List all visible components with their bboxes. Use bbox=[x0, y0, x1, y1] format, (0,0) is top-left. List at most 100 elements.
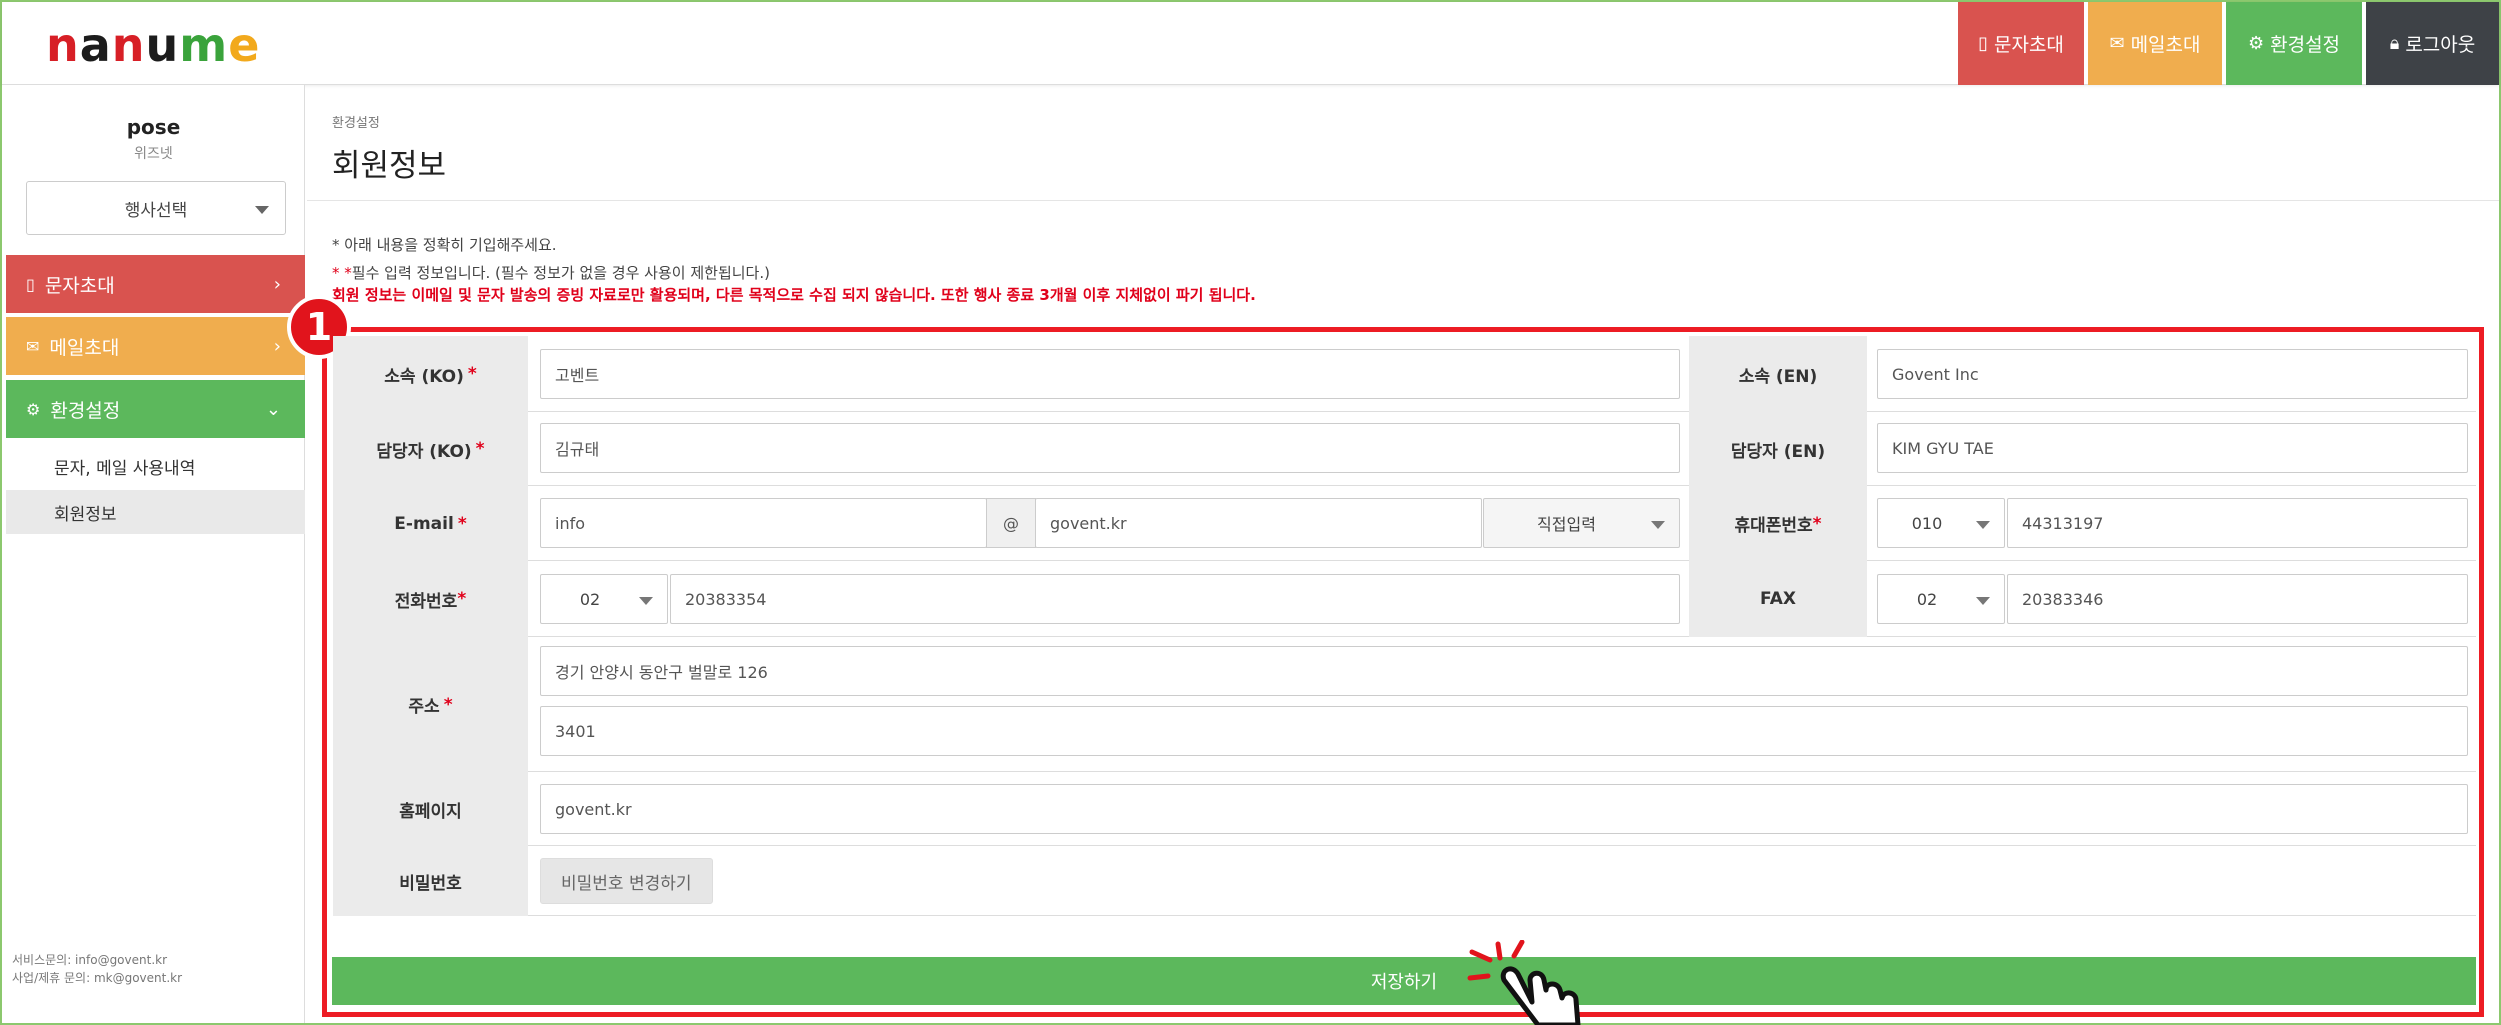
required-mark: * bbox=[1812, 513, 1822, 534]
sidebar-item-mail-invite[interactable]: ✉ 메일초대 › bbox=[6, 317, 305, 375]
chevron-down-icon bbox=[639, 597, 653, 605]
required-mark: * bbox=[443, 694, 453, 715]
fax-label: FAX bbox=[1689, 561, 1867, 637]
input-value: KIM GYU TAE bbox=[1892, 438, 1994, 458]
fax-number-input[interactable]: 20383346 bbox=[2007, 574, 2468, 624]
input-value: 김규태 bbox=[555, 440, 600, 459]
email-domain-input[interactable]: govent.kr bbox=[1035, 498, 1482, 548]
label-text: 담당자 (EN) bbox=[1730, 441, 1826, 462]
select-value: 02 bbox=[579, 589, 601, 609]
logo[interactable]: nanume bbox=[46, 18, 260, 72]
chevron-down-icon bbox=[1976, 597, 1990, 605]
manager-en-input[interactable]: KIM GYU TAE bbox=[1877, 423, 2468, 473]
password-label: 비밀번호 bbox=[333, 846, 528, 916]
input-value: info bbox=[555, 513, 586, 533]
input-value: govent.kr bbox=[555, 799, 632, 819]
privacy-notice: 회원 정보는 이메일 및 문자 발송의 증빙 자료로만 활용되며, 다른 목적으… bbox=[332, 286, 1256, 304]
logo-letter: n bbox=[111, 18, 146, 72]
sidebar-footer: 서비스문의: info@govent.kr 사업/제휴 문의: mk@goven… bbox=[12, 951, 182, 987]
input-value: 20383346 bbox=[2022, 589, 2104, 609]
required-mark: * bbox=[475, 439, 485, 459]
user-org: 위즈넷 bbox=[134, 146, 173, 162]
mobile-prefix-select[interactable]: 010 bbox=[1877, 498, 2005, 548]
user-name: pose bbox=[126, 115, 181, 139]
mobile-number-input[interactable]: 44313197 bbox=[2007, 498, 2468, 548]
manager-en-label: 담당자 (EN) bbox=[1689, 412, 1867, 486]
address-line1-input[interactable]: 경기 안양시 동안구 벌말로 126 bbox=[540, 646, 2468, 696]
chevron-down-icon bbox=[1651, 521, 1665, 529]
sidebar-item-sms-invite[interactable]: ▯ 문자초대 › bbox=[6, 255, 305, 313]
sms-invite-button[interactable]: ▯ 문자초대 bbox=[1958, 2, 2084, 85]
envelope-icon: ✉ bbox=[26, 336, 40, 356]
required-mark: * bbox=[457, 589, 467, 609]
input-value: 44313197 bbox=[2022, 513, 2104, 533]
required-mark: * bbox=[467, 364, 477, 384]
email-domain-select[interactable]: 직접입력 bbox=[1483, 498, 1680, 548]
chevron-down-icon bbox=[255, 206, 269, 214]
email-at-sign: @ bbox=[986, 498, 1036, 548]
label-text: 전화번호 bbox=[394, 591, 458, 612]
gear-icon: ⚙ bbox=[2247, 33, 2265, 54]
org-ko-input[interactable]: 고벤트 bbox=[540, 349, 1680, 399]
form-row: 소속 (KO) * 고벤트 소속 (EN) Govent Inc bbox=[333, 336, 2476, 412]
manager-ko-input[interactable]: 김규태 bbox=[540, 423, 1680, 473]
pointer-hand-icon bbox=[1467, 940, 1581, 1025]
notice-line: * 아래 내용을 정확히 기입해주세요. bbox=[332, 236, 557, 254]
sidebar-item-settings[interactable]: ⚙ 환경설정 ⌄ bbox=[6, 380, 305, 438]
sidebar-item-label: 문자초대 bbox=[44, 274, 115, 297]
logo-letter: n bbox=[46, 18, 80, 72]
input-value: 20383354 bbox=[685, 589, 767, 609]
nav-label: 로그아웃 bbox=[2405, 34, 2476, 56]
sidebar-item-label: 환경설정 bbox=[50, 399, 121, 422]
label-text: 소속 (EN) bbox=[1738, 366, 1818, 387]
required-mark: * * bbox=[332, 264, 352, 282]
input-value: govent.kr bbox=[1050, 513, 1127, 533]
homepage-input[interactable]: govent.kr bbox=[540, 784, 2468, 834]
label-text: 홈페이지 bbox=[399, 801, 462, 822]
lock-icon: 🔒︎ bbox=[2389, 33, 2400, 54]
label-text: FAX bbox=[1760, 589, 1796, 609]
form-row: E-mail * info @ govent.kr 직접입력 휴대폰번호 * 010… bbox=[333, 486, 2476, 561]
input-value: 고벤트 bbox=[555, 366, 600, 385]
mail-invite-button[interactable]: ✉ 메일초대 bbox=[2088, 2, 2222, 85]
form-row: 홈페이지 govent.kr bbox=[333, 772, 2476, 846]
breadcrumb: 환경설정 bbox=[332, 116, 380, 131]
phone-label: 전화번호 * bbox=[333, 561, 528, 637]
address-line2-input[interactable]: 3401 bbox=[540, 706, 2468, 756]
logout-button[interactable]: 🔒︎ 로그아웃 bbox=[2366, 2, 2499, 85]
notice-text: 필수 입력 정보입니다. (필수 정보가 없을 경우 사용이 제한됩니다.) bbox=[351, 264, 770, 282]
logo-letter: e bbox=[228, 18, 261, 72]
input-value: 경기 안양시 동안구 벌말로 126 bbox=[555, 663, 768, 682]
change-password-button[interactable]: 비밀번호 변경하기 bbox=[540, 858, 713, 904]
sidebar: pose 위즈넷 행사선택 ▯ 문자초대 › ✉ 메일초대 › ⚙ 환경설정 ⌄… bbox=[2, 85, 305, 1023]
fax-prefix-select[interactable]: 02 bbox=[1877, 574, 2005, 624]
form-row: 비밀번호 비밀번호 변경하기 bbox=[333, 846, 2476, 916]
logo-letter: m bbox=[179, 18, 229, 72]
notice-required: * *필수 입력 정보입니다. (필수 정보가 없을 경우 사용이 제한됩니다.… bbox=[332, 262, 770, 283]
select-value: 02 bbox=[1916, 589, 1938, 609]
org-en-input[interactable]: Govent Inc bbox=[1877, 349, 2468, 399]
sidebar-subitem-usage-history[interactable]: 문자, 메일 사용내역 bbox=[6, 444, 305, 488]
event-select[interactable]: 행사선택 bbox=[26, 181, 286, 235]
phone-prefix-select[interactable]: 02 bbox=[540, 574, 668, 624]
save-button[interactable]: 저장하기 bbox=[332, 957, 2476, 1005]
label-text: 소속 (KO) bbox=[384, 366, 464, 387]
service-contact: 서비스문의: info@govent.kr bbox=[12, 953, 168, 967]
settings-button[interactable]: ⚙ 환경설정 bbox=[2226, 2, 2362, 85]
label-text: 비밀번호 bbox=[399, 873, 462, 894]
chevron-down-icon bbox=[1976, 521, 1990, 529]
label-text: 담당자 (KO) bbox=[376, 441, 472, 462]
org-ko-label: 소속 (KO) * bbox=[333, 336, 528, 412]
nav-label: 문자초대 bbox=[1993, 34, 2064, 56]
label-text: E-mail bbox=[394, 513, 454, 534]
event-select-value: 행사선택 bbox=[124, 200, 188, 221]
mobile-label: 휴대폰번호 * bbox=[1689, 486, 1867, 561]
form-row: 전화번호 * 02 20383354 FAX 02 20383346 bbox=[333, 561, 2476, 637]
address-label: 주소 * bbox=[333, 637, 528, 772]
sidebar-subitem-member-info[interactable]: 회원정보 bbox=[6, 490, 305, 534]
org-en-label: 소속 (EN) bbox=[1689, 336, 1867, 412]
label-text: 주소 bbox=[408, 697, 440, 717]
label-text: 휴대폰번호 bbox=[1734, 516, 1813, 536]
phone-number-input[interactable]: 20383354 bbox=[670, 574, 1680, 624]
email-id-input[interactable]: info bbox=[540, 498, 987, 548]
